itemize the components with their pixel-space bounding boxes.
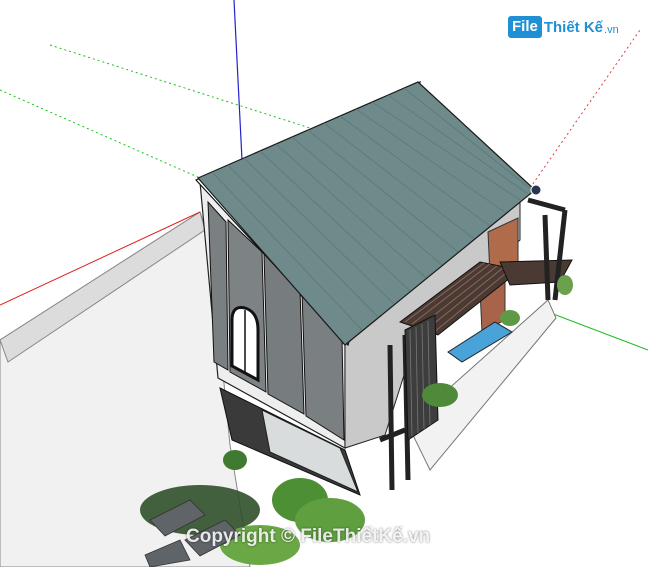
axis-green-line [547,311,648,351]
logo-ext: .vn [604,23,619,36]
logo-badge: File [508,16,542,38]
axis-green-dotted [0,89,201,179]
axis-red-dotted [529,29,641,189]
sketchup-viewport[interactable]: File Thiết Kế .vn Copyright © FileThiếtK… [0,0,648,567]
copyright-watermark: Copyright © FileThiếtKế.vn [186,526,431,547]
site-logo: File Thiết Kế .vn [508,12,619,42]
model-scene[interactable] [0,0,648,567]
selection-point[interactable] [530,184,542,196]
axis-green-dotted-2 [49,44,311,129]
axis-blue-line [233,0,243,161]
logo-text: Thiết Kế [543,18,604,36]
